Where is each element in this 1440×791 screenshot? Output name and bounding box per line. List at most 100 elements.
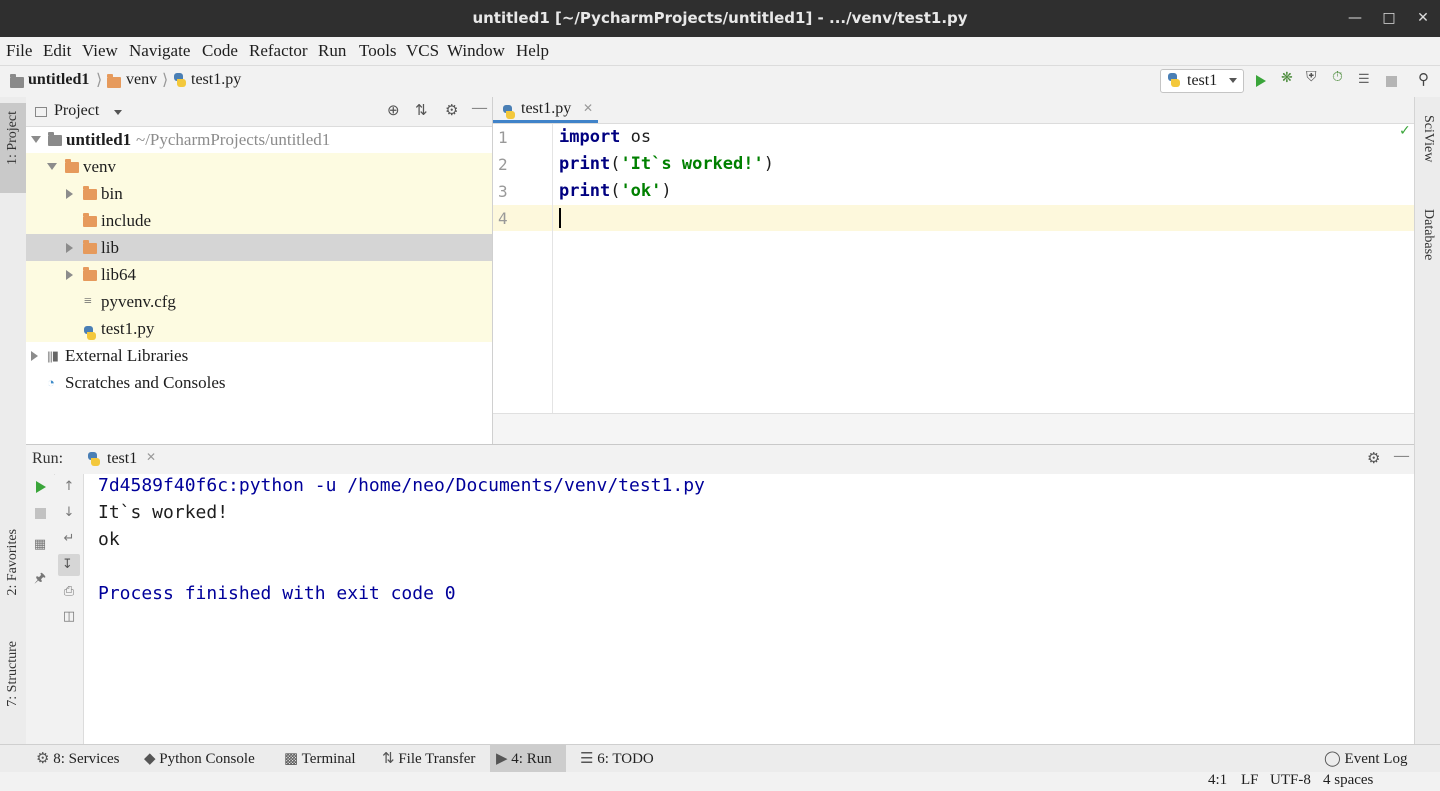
scroll-to-end-button[interactable]: ↧ (58, 554, 80, 576)
down-arrow-icon[interactable]: ↓ (61, 505, 77, 521)
gear-icon[interactable]: ⚙ (445, 101, 458, 120)
run-config-selector[interactable]: test1 (1160, 69, 1244, 93)
run-tab-label[interactable]: test1 (107, 450, 137, 468)
run-tool-button[interactable]: ▶ 4: Run (490, 745, 566, 773)
tree-item-root[interactable]: untitled1 ~/PycharmProjects/untitled1 (26, 126, 492, 153)
chevron-right-icon[interactable] (66, 243, 73, 253)
stop-icon[interactable] (1386, 76, 1397, 87)
stop-icon[interactable] (35, 508, 46, 519)
python-console-tool-button[interactable]: ◆ Python Console (138, 745, 261, 773)
debug-icon[interactable]: ❋ (1281, 70, 1293, 87)
project-tool-button[interactable]: 1: Project (0, 103, 26, 193)
database-tool-button[interactable]: Database (1420, 209, 1436, 260)
menu-view[interactable]: View (82, 41, 118, 61)
run-console[interactable]: 7d4589f40f6c:python -u /home/neo/Documen… (84, 474, 1414, 744)
code-line-2[interactable]: print('It`s worked!') (559, 154, 774, 174)
maximize-button[interactable]: □ (1372, 0, 1406, 37)
menu-navigate[interactable]: Navigate (129, 41, 190, 61)
close-button[interactable]: ✕ (1406, 0, 1440, 37)
pin-icon[interactable]: 🖈 (32, 571, 48, 587)
close-icon[interactable]: ✕ (583, 96, 593, 120)
soft-wrap-icon[interactable]: ↵ (61, 531, 77, 547)
minimize-button[interactable]: — (1338, 0, 1372, 37)
menu-vcs[interactable]: VCS (406, 41, 439, 61)
up-arrow-icon[interactable]: ↑ (61, 479, 77, 495)
current-line-highlight (553, 205, 1414, 231)
trash-icon[interactable]: ◫ (61, 609, 77, 625)
menu-run[interactable]: Run (318, 41, 346, 61)
run-icon[interactable] (1256, 75, 1266, 87)
breadcrumb-venv[interactable]: venv (126, 71, 157, 89)
indent-setting[interactable]: 4 spaces (1323, 772, 1373, 789)
gear-icon[interactable]: ⚙ (1367, 449, 1380, 468)
tree-item-lib[interactable]: lib (26, 234, 492, 261)
editor-tab-test1[interactable]: test1.py ✕ (493, 97, 598, 123)
line-separator[interactable]: LF (1241, 772, 1259, 789)
locate-icon[interactable]: ⊕ (387, 101, 400, 120)
event-log-tool-button[interactable]: ◯ Event Log (1318, 745, 1413, 773)
tree-item-label: External Libraries (65, 346, 189, 365)
run-toolbar-primary: ▦ 🖈 (26, 474, 54, 744)
tree-item-test1[interactable]: test1.py (26, 315, 492, 342)
search-icon[interactable]: ⚲ (1418, 70, 1429, 89)
tree-item-label: include (101, 211, 152, 230)
code-editor[interactable]: import os print('It`s worked!') print('o… (553, 123, 1414, 413)
rerun-icon[interactable] (36, 481, 46, 493)
layout-icon[interactable]: ▦ (32, 537, 48, 553)
tree-item-external-libraries[interactable]: |||▮ External Libraries (26, 342, 492, 369)
breadcrumb-file[interactable]: test1.py (191, 71, 241, 89)
tree-item-scratches[interactable]: ◔ Scratches and Consoles (26, 369, 492, 396)
menu-window[interactable]: Window (447, 41, 505, 61)
chevron-right-icon[interactable] (31, 351, 38, 361)
window-title: untitled1 [~/PycharmProjects/untitled1] … (472, 9, 968, 27)
print-icon[interactable]: ⎙ (61, 584, 77, 600)
chevron-down-icon[interactable] (31, 136, 41, 143)
chevron-down-icon[interactable] (47, 163, 57, 170)
menu-edit[interactable]: Edit (43, 41, 71, 61)
terminal-tool-button[interactable]: ▩ Terminal (278, 745, 362, 773)
project-view-selector[interactable]: Project (54, 102, 99, 120)
code-line-3[interactable]: print('ok') (559, 181, 672, 201)
sciview-tool-button[interactable]: SciView (1420, 115, 1436, 162)
caret-position[interactable]: 4:1 (1208, 772, 1227, 789)
file-encoding[interactable]: UTF-8 (1270, 772, 1311, 789)
code-line-1[interactable]: import os (559, 127, 651, 147)
run-config-name: test1 (1187, 72, 1218, 89)
console-output-line: It`s worked! (98, 502, 229, 523)
menu-tools[interactable]: Tools (359, 41, 397, 61)
services-tool-button[interactable]: ⚙ 8: Services (30, 745, 125, 773)
breadcrumb-project[interactable]: untitled1 (28, 71, 89, 89)
structure-tool-label: 7: Structure (5, 641, 20, 707)
collapse-all-icon[interactable]: ⇅ (415, 101, 428, 120)
left-tool-strip: 1: Project 2: Favorites 7: Structure (0, 97, 27, 744)
menu-help[interactable]: Help (516, 41, 549, 61)
file-transfer-tool-button[interactable]: ⇅ File Transfer (376, 745, 481, 773)
structure-tool-button[interactable]: 7: Structure (0, 637, 26, 737)
tree-item-lib64[interactable]: lib64 (26, 261, 492, 288)
run-tool-header: Run: test1 ✕ ⚙ — (26, 444, 1414, 475)
title-bar: untitled1 [~/PycharmProjects/untitled1] … (0, 0, 1440, 37)
menu-refactor[interactable]: Refactor (249, 41, 308, 61)
chevron-down-icon[interactable] (114, 110, 122, 115)
concurrency-icon[interactable]: ☰ (1358, 71, 1370, 87)
project-tool-window: Project ⊕ ⇅ ⚙ — untitled1 ~/PycharmProje… (26, 97, 493, 444)
coverage-icon[interactable]: ⛨ (1306, 70, 1317, 86)
tree-item-venv[interactable]: venv (26, 153, 492, 180)
tree-item-pyvenv[interactable]: ≡ pyvenv.cfg (26, 288, 492, 315)
close-icon[interactable]: ✕ (146, 450, 156, 465)
favorites-tool-button[interactable]: 2: Favorites (0, 525, 26, 625)
folder-icon (83, 208, 97, 235)
chevron-right-icon[interactable] (66, 189, 73, 199)
python-file-icon (174, 73, 186, 92)
tree-item-bin[interactable]: bin (26, 180, 492, 207)
chevron-right-icon[interactable] (66, 270, 73, 280)
profile-icon[interactable]: ⏱ (1332, 70, 1343, 86)
folder-icon (83, 235, 97, 262)
menu-file[interactable]: File (6, 41, 32, 61)
todo-tool-button[interactable]: ☰ 6: TODO (574, 745, 660, 773)
tree-item-include[interactable]: include (26, 207, 492, 234)
hide-icon[interactable]: — (1394, 448, 1409, 465)
window-icon (35, 107, 47, 117)
menu-code[interactable]: Code (202, 41, 238, 61)
hide-icon[interactable]: — (472, 100, 487, 117)
